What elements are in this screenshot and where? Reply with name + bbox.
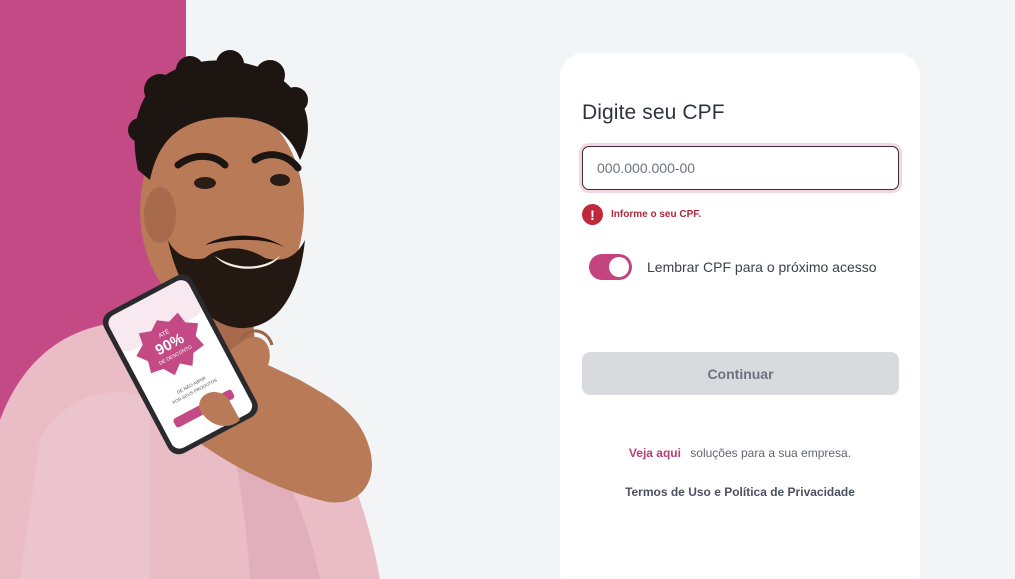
remember-cpf-label[interactable]: Lembrar CPF para o próximo acesso: [647, 259, 877, 275]
page-title: Digite seu CPF: [582, 101, 725, 124]
hero-illustration: ATÉ 90% DE DESCONTO DE NÃO ABRIR POR SEU…: [0, 50, 380, 579]
alert-icon: !: [582, 204, 603, 225]
toggle-knob: [609, 257, 629, 277]
login-card: Digite seu CPF ! Informe o seu CPF. Lemb…: [560, 53, 920, 579]
business-promo: Veja aqui soluções para a sua empresa.: [560, 446, 920, 460]
remember-cpf-toggle[interactable]: [589, 254, 632, 280]
remember-cpf-row: Lembrar CPF para o próximo acesso: [589, 254, 877, 280]
promo-text: soluções para a sua empresa.: [690, 446, 852, 460]
login-page: ATÉ 90% DE DESCONTO DE NÃO ABRIR POR SEU…: [0, 0, 1015, 579]
terms-privacy-link[interactable]: Termos de Uso e Política de Privacidade: [560, 485, 920, 499]
error-message: Informe o seu CPF.: [611, 209, 702, 220]
cpf-error: ! Informe o seu CPF.: [582, 204, 701, 225]
cpf-input[interactable]: [582, 146, 899, 190]
see-here-link[interactable]: Veja aqui: [629, 446, 681, 460]
continue-button[interactable]: Continuar: [582, 352, 899, 395]
